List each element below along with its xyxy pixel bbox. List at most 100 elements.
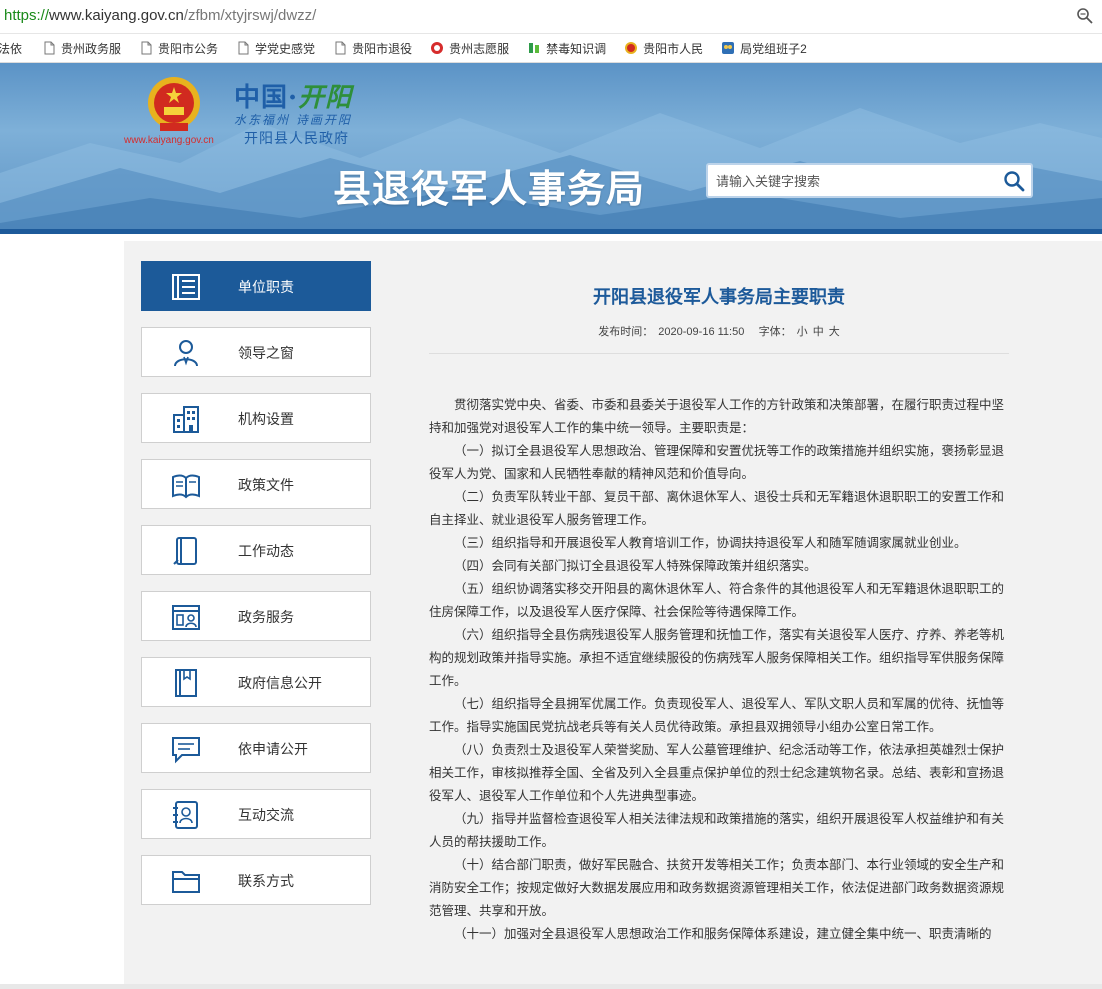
publish-label: 发布时间：: [598, 326, 654, 338]
sidebar-item-info-book[interactable]: 政府信息公开: [141, 657, 371, 707]
sidebar-item-label: 依申请公开: [238, 741, 308, 757]
info-book-icon: [170, 667, 202, 699]
notebook-icon: [170, 535, 202, 567]
site-logo: 中国·开阳: [234, 77, 352, 114]
article-paragraph: （六）组织指导全县伤病残退役军人服务管理和抚恤工作，落实有关退役军人医疗、疗养、…: [429, 628, 1005, 688]
site-slogan: 水东福州 诗画开阳: [234, 113, 352, 127]
address-bar[interactable]: https://www.kaiyang.gov.cn/zfbm/xtyjrswj…: [0, 0, 1102, 34]
sidebar-item-notebook[interactable]: 工作动态: [141, 525, 371, 575]
bookmark-item[interactable]: 贵阳市公务: [139, 40, 218, 57]
leader-icon: [170, 337, 202, 369]
duty-icon: [170, 271, 202, 303]
article-paragraph: （十一）加强对全县退役军人思想政治工作和服务保障体系建设，建立健全集中统一、职责…: [454, 927, 992, 941]
green-leaf-icon: [527, 41, 541, 55]
bookmarks-bar: 法依 贵州政务服 贵阳市公务 学党史感党 贵阳市退役 贵州志愿服 禁毒知识调 贵阳市人民 局党组…: [0, 34, 1102, 63]
sidebar-item-folder[interactable]: 联系方式: [141, 855, 371, 905]
article-meta: 发布时间： 2020-09-16 11:50 字体： 小 中 大: [429, 323, 1009, 339]
article-paragraph: （四）会同有关部门拟订全县退役军人特殊保障政策并组织落实。: [454, 559, 817, 573]
bookmark-label: 贵州政务服: [61, 41, 122, 56]
sidebar-item-service[interactable]: 政务服务: [141, 591, 371, 641]
article-body: 贯彻落实党中央、省委、市委和县委关于退役军人工作的方针政策和决策部署，在履行职责…: [429, 394, 1009, 946]
national-emblem-icon: [148, 77, 200, 131]
gov-name: 开阳县人民政府: [244, 130, 349, 146]
sidebar-item-label: 领导之窗: [238, 345, 294, 361]
article: 开阳县退役军人事务局主要职责 发布时间： 2020-09-16 11:50 字体…: [429, 261, 1009, 946]
sidebar-item-contact-card[interactable]: 互动交流: [141, 789, 371, 839]
sidebar-nav: 单位职责领导之窗机构设置政策文件工作动态政务服务政府信息公开 依申请公开互动交流联…: [141, 261, 371, 921]
contact-card-icon: [170, 799, 202, 831]
sidebar-item-label: 政务服务: [238, 609, 294, 625]
article-paragraph: （十）结合部门职责，做好军民融合、扶贫开发等相关工作；负责本部门、本行业领域的安…: [429, 858, 1005, 918]
font-size-label: 字体：: [758, 326, 792, 338]
sidebar-item-duty[interactable]: 单位职责: [141, 261, 371, 311]
zoom-icon[interactable]: [1076, 7, 1094, 25]
bookmark-item[interactable]: 贵阳市人民: [624, 40, 703, 57]
logo-kaiyang: 开阳: [298, 83, 353, 113]
article-title: 开阳县退役军人事务局主要职责: [593, 287, 845, 307]
bookmark-label: 贵阳市退役: [352, 41, 413, 56]
article-paragraph: （三）组织指导和开展退役军人教育培训工作，协调扶持退役军人和随军随调家属就业创业…: [454, 536, 967, 550]
chat-icon: [170, 733, 202, 765]
page-icon: [333, 41, 347, 55]
bookmark-item[interactable]: 学党史感党: [236, 40, 315, 57]
search-input[interactable]: [716, 171, 986, 191]
site-url-logo: www.kaiyang.gov.cn: [124, 135, 214, 146]
title-divider: [429, 353, 1009, 354]
service-icon: [170, 601, 202, 633]
page-icon: [236, 41, 250, 55]
font-large-button[interactable]: 大: [829, 326, 840, 338]
main-area: 单位职责领导之窗机构设置政策文件工作动态政务服务政府信息公开 依申请公开互动交流联…: [124, 241, 1102, 989]
bookmark-item[interactable]: 贵州政务服: [42, 40, 121, 57]
sidebar-item-label: 机构设置: [238, 411, 294, 427]
bookmark-label: 禁毒知识调: [546, 41, 607, 56]
publish-time: 2020-09-16 11:50: [658, 326, 745, 338]
bookmark-item[interactable]: 贵阳市退役: [333, 40, 412, 57]
article-paragraph: （九）指导并监督检查退役军人相关法律法规和政策措施的落实，组织开展退役军人权益维…: [429, 812, 1005, 849]
sidebar-item-chat[interactable]: 依申请公开: [141, 723, 371, 773]
sidebar-item-leader[interactable]: 领导之窗: [141, 327, 371, 377]
bookmark-label: 贵阳市人民: [643, 41, 704, 56]
url-text[interactable]: https://www.kaiyang.gov.cn/zfbm/xtyjrswj…: [4, 7, 316, 24]
article-paragraph: （五）组织协调落实移交开阳县的离休退休军人、符合条件的其他退役军人和无军籍退休退…: [429, 582, 1005, 619]
font-medium-button[interactable]: 中: [813, 326, 824, 338]
article-paragraph: 贯彻落实党中央、省委、市委和县委关于退役军人工作的方针政策和决策部署，在履行职责…: [429, 398, 1005, 435]
sidebar-item-label: 政策文件: [238, 477, 294, 493]
page-title: 县退役军人事务局: [333, 169, 646, 211]
sidebar-item-label: 工作动态: [238, 543, 294, 559]
sidebar-item-label: 互动交流: [238, 807, 294, 823]
folder-icon: [170, 865, 202, 897]
bookmark-item[interactable]: 法依: [0, 40, 22, 57]
bookmark-item[interactable]: 局党组班子2: [721, 40, 807, 57]
bookmark-item[interactable]: 禁毒知识调: [527, 40, 606, 57]
font-small-button[interactable]: 小: [797, 326, 808, 338]
site-header: www.kaiyang.gov.cn 中国·开阳 水东福州 诗画开阳 开阳县人民…: [0, 63, 1102, 232]
bookmark-label: 局党组班子2: [740, 41, 807, 56]
sidebar-item-building[interactable]: 机构设置: [141, 393, 371, 443]
article-paragraph: （七）组织指导全县拥军优属工作。负责现役军人、退役军人、军队文职人员和军属的优待…: [429, 697, 1005, 734]
book-icon: [170, 469, 202, 501]
emblem-icon: [624, 41, 638, 55]
bookmark-label: 贵州志愿服: [449, 41, 510, 56]
people-icon: [721, 41, 735, 55]
bookmark-item[interactable]: 贵州志愿服: [430, 40, 509, 57]
building-icon: [170, 403, 202, 435]
sidebar-item-book[interactable]: 政策文件: [141, 459, 371, 509]
logo-china: 中国·: [234, 83, 299, 113]
article-paragraph: （二）负责军队转业干部、复员干部、离休退休军人、退役士兵和无军籍退休退职职工的安…: [429, 490, 1005, 527]
url-path: /zfbm/xtyjrswj/dwzz/: [183, 7, 317, 24]
url-host: www.kaiyang.gov.cn: [49, 7, 184, 24]
search-icon[interactable]: [1003, 170, 1025, 192]
sidebar-item-label: 联系方式: [238, 873, 294, 889]
sidebar-item-label: 政府信息公开: [238, 675, 322, 691]
article-paragraph: （一）拟订全县退役军人思想政治、管理保障和安置优抚等工作的政策措施并组织实施，褒…: [429, 444, 1005, 481]
bottom-strip: [0, 984, 1102, 989]
bookmark-label: 学党史感党: [255, 41, 316, 56]
volunteer-icon: [430, 41, 444, 55]
sidebar-item-label: 单位职责: [238, 279, 294, 295]
bookmark-label: 法依: [0, 41, 23, 56]
url-scheme: https://: [4, 7, 50, 24]
search-box: [706, 163, 1033, 198]
article-paragraph: （八）负责烈士及退役军人荣誉奖励、军人公墓管理维护、纪念活动等工作，依法承担英雄…: [429, 743, 1005, 803]
header-divider: [0, 229, 1102, 234]
page-icon: [139, 41, 153, 55]
